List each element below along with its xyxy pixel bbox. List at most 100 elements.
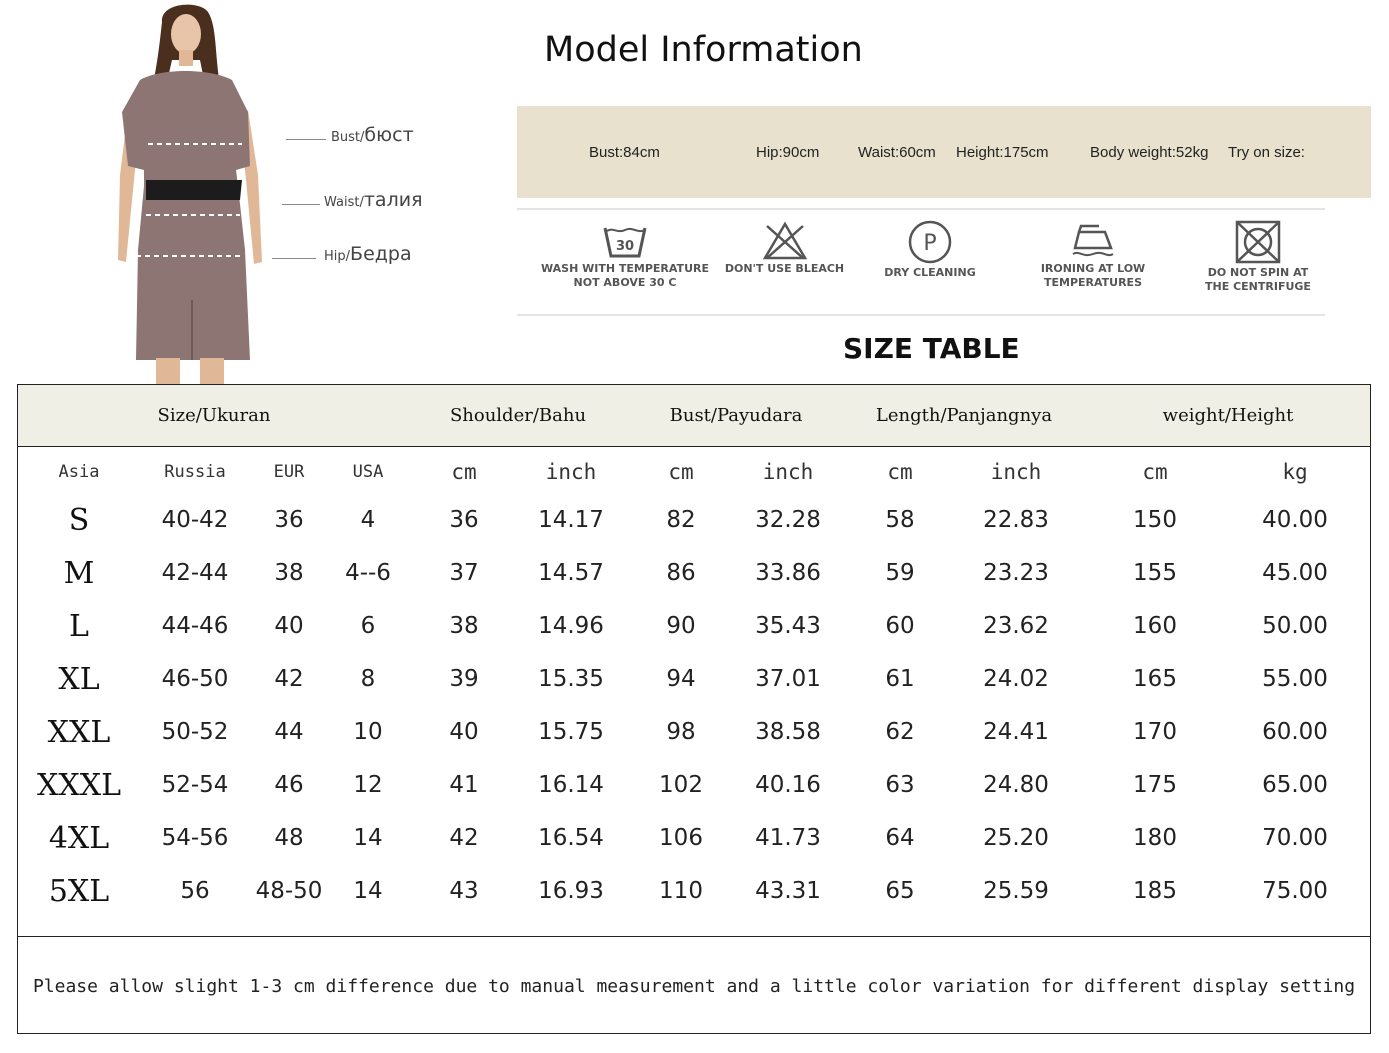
care-instructions: 30 WASH WITH TEMPERATURE NOT ABOVE 30 C … — [517, 208, 1325, 316]
note-divider — [18, 936, 1370, 937]
table-cell: 60.00 — [1262, 719, 1328, 745]
table-cell: 40-42 — [161, 507, 229, 533]
size-table-title: SIZE TABLE — [843, 332, 1020, 365]
table-cell: 15.35 — [538, 666, 604, 692]
table-row: 5XL 56 48-50 14 43 16.93 110 43.31 65 25.59 185 75.… — [18, 872, 1370, 925]
table-cell: 43 — [449, 878, 479, 904]
bust-label-ru: бюст — [364, 124, 414, 146]
table-cell: 8 — [360, 666, 376, 692]
model-weight: Body weight:52kg — [1090, 144, 1209, 161]
table-cell: 86 — [666, 560, 696, 586]
waist-label: Waist/талия — [324, 189, 423, 211]
sub-header-6: cm — [668, 460, 694, 484]
table-cell: 22.83 — [983, 507, 1049, 533]
table-cell: 90 — [666, 613, 696, 639]
table-cell: 41 — [449, 772, 479, 798]
hip-label-ru: Бедра — [350, 243, 412, 265]
table-cell: 58 — [885, 507, 915, 533]
table-cell: 185 — [1133, 878, 1177, 904]
table-cell: 82 — [666, 507, 696, 533]
group-header-shoulder: Shoulder/Bahu — [449, 405, 587, 426]
measurement-note: Please allow slight 1-3 cm difference du… — [32, 976, 1356, 997]
table-cell: 14.17 — [538, 507, 604, 533]
table-cell: 44 — [274, 719, 304, 745]
table-cell: 70.00 — [1262, 825, 1328, 851]
size-label-cell: S — [68, 503, 90, 538]
table-cell: 24.41 — [983, 719, 1049, 745]
table-cell: 102 — [659, 772, 703, 798]
table-cell: 50.00 — [1262, 613, 1328, 639]
size-label-cell: 5XL — [48, 874, 110, 909]
table-cell: 35.43 — [755, 613, 821, 639]
table-cell: 14 — [353, 878, 383, 904]
iron-low-icon — [1072, 224, 1114, 257]
table-cell: 36 — [274, 507, 304, 533]
size-label-cell: XXXL — [37, 768, 121, 803]
table-cell: 39 — [449, 666, 479, 692]
care-bleach-line1: DON'T USE BLEACH — [724, 262, 845, 275]
waist-pointer-line — [282, 204, 320, 205]
size-label-cell: XL — [58, 662, 100, 697]
table-cell: 38 — [274, 560, 304, 586]
table-cell: 16.93 — [538, 878, 604, 904]
table-cell: 61 — [885, 666, 915, 692]
table-cell: 64 — [885, 825, 915, 851]
table-cell: 24.02 — [983, 666, 1049, 692]
care-spin-line2: THE CENTRIFUGE — [1205, 280, 1311, 293]
group-header-size: Size/Ukuran — [157, 405, 271, 426]
table-cell: 10 — [353, 719, 383, 745]
table-cell: 38.58 — [755, 719, 821, 745]
group-header-weight-height: weight/Height — [1162, 405, 1294, 426]
table-row: L 44-46 40 6 38 14.96 90 35.43 60 23.62 160 50.00 — [18, 607, 1370, 660]
table-cell: 40.00 — [1262, 507, 1328, 533]
waist-label-en: Waist/ — [324, 195, 364, 210]
table-cell: 16.54 — [538, 825, 604, 851]
table-cell: 45.00 — [1262, 560, 1328, 586]
table-cell: 56 — [180, 878, 210, 904]
care-wash-line2: NOT ABOVE 30 C — [573, 276, 677, 289]
table-cell: 55.00 — [1262, 666, 1328, 692]
table-cell: 42 — [449, 825, 479, 851]
table-cell: 63 — [885, 772, 915, 798]
model-try-on: Try on size: — [1228, 144, 1305, 161]
size-label-cell: XXL — [47, 715, 111, 750]
table-cell: 110 — [659, 878, 703, 904]
table-cell: 43.31 — [755, 878, 821, 904]
care-iron: IRONING AT LOW TEMPERATURES — [1029, 220, 1157, 290]
model-hip: Hip:90cm — [756, 144, 820, 161]
table-cell: 14.96 — [538, 613, 604, 639]
table-cell: 48-50 — [255, 878, 323, 904]
model-info-title: Model Information — [544, 30, 863, 70]
size-label-cell: M — [63, 556, 95, 591]
table-cell: 94 — [666, 666, 696, 692]
sub-header-4: cm — [451, 460, 477, 484]
table-cell: 52-54 — [161, 772, 229, 798]
table-cell: 41.73 — [755, 825, 821, 851]
model-waist: Waist:60cm — [858, 144, 936, 161]
dry-cleaning-icon: P — [908, 220, 952, 264]
table-cell: 36 — [449, 507, 479, 533]
sub-header-7: inch — [762, 460, 814, 484]
table-cell: 60 — [885, 613, 915, 639]
table-cell: 40.16 — [755, 772, 821, 798]
care-spin-line1: DO NOT SPIN AT — [1207, 266, 1309, 279]
sub-header-3: USA — [352, 462, 384, 482]
wash-30-badge: 30 — [616, 239, 634, 254]
model-height: Height:175cm — [956, 144, 1049, 161]
sub-header-5: inch — [545, 460, 597, 484]
table-cell: 37.01 — [755, 666, 821, 692]
table-cell: 59 — [885, 560, 915, 586]
table-row: XL 46-50 42 8 39 15.35 94 37.01 61 24.02 165 55.00 — [18, 660, 1370, 713]
sub-header-1: Russia — [164, 462, 226, 482]
table-row: XXL 50-52 44 10 40 15.75 98 38.58 62 24.41 170 60.0… — [18, 713, 1370, 766]
table-row: S 40-42 36 4 36 14.17 82 32.28 58 22.83 150 40.00 — [18, 501, 1370, 554]
wash-30-icon: 30 — [603, 227, 647, 258]
bust-pointer-line — [286, 139, 326, 140]
care-spin: DO NOT SPIN AT THE CENTRIFUGE — [1197, 220, 1319, 294]
care-dry-line1: DRY CLEANING — [884, 266, 976, 279]
sub-header-2: EUR — [273, 462, 305, 482]
table-cell: 33.86 — [755, 560, 821, 586]
table-cell: 4--6 — [345, 560, 391, 586]
care-wash: 30 WASH WITH TEMPERATURE NOT ABOVE 30 C — [537, 220, 713, 290]
table-cell: 23.23 — [983, 560, 1049, 586]
